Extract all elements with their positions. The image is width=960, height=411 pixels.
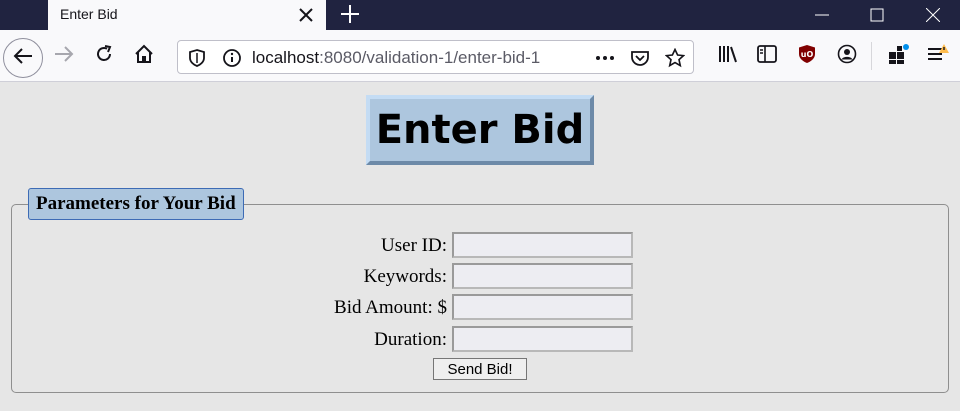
svg-text:uO: uO [801, 50, 814, 59]
account-icon [837, 44, 857, 68]
url-bar[interactable]: localhost:8080/validation-1/enter-bid-1 [177, 40, 694, 74]
duration-row: Duration: [0, 326, 960, 352]
pocket-icon[interactable] [630, 48, 650, 68]
maximize-icon[interactable] [853, 0, 901, 30]
extensions-button[interactable] [882, 40, 914, 72]
home-icon [134, 44, 154, 68]
more-dots-icon[interactable] [595, 48, 615, 68]
forward-button[interactable] [48, 40, 80, 72]
home-button[interactable] [128, 40, 160, 72]
reload-icon [94, 44, 114, 68]
tab-title: Enter Bid [60, 6, 118, 22]
navigation-toolbar: localhost:8080/validation-1/enter-bid-1 … [0, 30, 960, 82]
star-icon[interactable] [664, 47, 686, 68]
info-icon[interactable] [222, 48, 242, 68]
minimize-icon[interactable] [798, 0, 846, 30]
duration-label: Duration: [374, 329, 447, 350]
shield-icon[interactable] [187, 48, 207, 68]
back-button[interactable] [3, 38, 43, 78]
extensions-icon [887, 43, 909, 69]
url-host: localhost [252, 48, 320, 67]
fieldset-legend: Parameters for Your Bid [28, 188, 244, 220]
duration-input[interactable] [452, 326, 633, 352]
bid-amount-row: Bid Amount: $ [0, 294, 960, 320]
forward-arrow-icon [53, 43, 75, 69]
library-button[interactable] [712, 40, 744, 72]
keywords-row: Keywords: [0, 263, 960, 289]
url-path: :8080/validation-1/enter-bid-1 [319, 48, 541, 67]
ublock-icon: uO [797, 44, 817, 68]
bid-amount-label: Bid Amount: $ [334, 297, 447, 318]
menu-button[interactable] [922, 40, 954, 72]
browser-title-bar: Enter Bid [0, 0, 960, 30]
keywords-label: Keywords: [363, 266, 447, 287]
plus-icon[interactable] [338, 2, 362, 26]
sidebar-icon [757, 45, 777, 67]
ublock-button[interactable]: uO [791, 40, 823, 72]
close-icon[interactable] [296, 5, 316, 25]
bid-amount-input[interactable] [452, 294, 633, 320]
user-id-label: User ID: [381, 235, 447, 256]
browser-tab[interactable]: Enter Bid [48, 0, 326, 30]
toolbar-separator [871, 42, 872, 70]
back-arrow-icon [12, 45, 34, 71]
close-window-icon[interactable] [909, 0, 957, 30]
keywords-input[interactable] [452, 263, 633, 289]
sidebar-button[interactable] [751, 40, 783, 72]
send-bid-button[interactable]: Send Bid! [433, 358, 527, 380]
account-button[interactable] [831, 40, 863, 72]
url-text[interactable]: localhost:8080/validation-1/enter-bid-1 [252, 48, 552, 68]
user-id-row: User ID: [0, 232, 960, 258]
user-id-input[interactable] [452, 232, 633, 258]
reload-button[interactable] [88, 40, 120, 72]
page-content: Enter Bid Parameters for Your Bid User I… [0, 83, 960, 411]
page-heading: Enter Bid [366, 95, 594, 165]
library-icon [717, 44, 739, 68]
menu-icon [926, 43, 950, 69]
